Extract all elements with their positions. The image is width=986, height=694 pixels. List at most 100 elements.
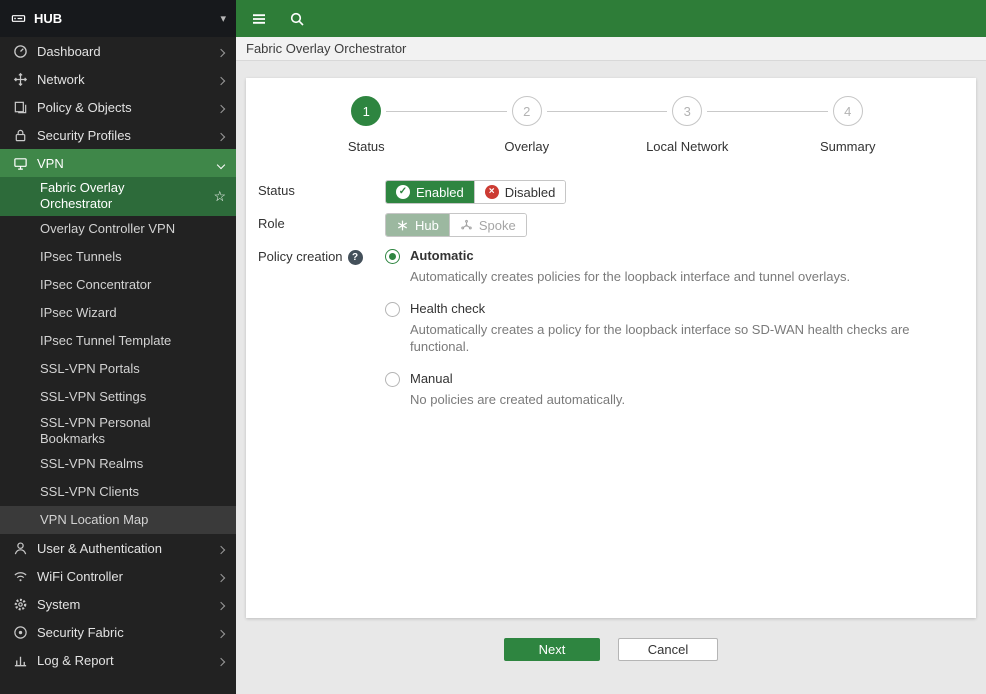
- sidebar-item-wifi-controller[interactable]: WiFi Controller: [0, 562, 236, 590]
- sidebar-nav: Dashboard Network Policy & Objects: [0, 37, 236, 694]
- hamburger-menu-icon[interactable]: [251, 11, 267, 27]
- sidebar-item-ssl-vpn-clients[interactable]: SSL-VPN Clients: [0, 478, 236, 506]
- policy-option-label: Manual: [410, 371, 625, 386]
- content-area: 1 Status 2 Overlay 3 Local Network 4 Sum…: [236, 61, 986, 694]
- sidebar-item-label: Security Profiles: [37, 128, 131, 143]
- sidebar-item-ipsec-wizard[interactable]: IPsec Wizard: [0, 300, 236, 328]
- security-fabric-icon: [12, 625, 28, 640]
- app-window: HUB ▾ Dashboard Network: [0, 0, 986, 694]
- sidebar-item-ssl-vpn-settings[interactable]: SSL-VPN Settings: [0, 384, 236, 412]
- sidebar-item-ssl-vpn-portals[interactable]: SSL-VPN Portals: [0, 356, 236, 384]
- sidebar-item-ipsec-concentrator[interactable]: IPsec Concentrator: [0, 272, 236, 300]
- sidebar-item-log-report[interactable]: Log & Report: [0, 646, 236, 674]
- sidebar-item-label: Fabric Overlay Orchestrator: [40, 180, 200, 213]
- sidebar-item-label: IPsec Wizard: [40, 305, 117, 321]
- status-disabled-label: Disabled: [505, 185, 556, 200]
- sidebar-item-fabric-overlay-orchestrator[interactable]: Fabric Overlay Orchestrator ☆: [0, 177, 236, 216]
- sidebar-item-ipsec-tunnels[interactable]: IPsec Tunnels: [0, 244, 236, 272]
- sidebar-item-network[interactable]: Network: [0, 65, 236, 93]
- main-area: Fabric Overlay Orchestrator 1 Status 2 O…: [236, 0, 986, 694]
- sidebar-item-label: VPN: [37, 156, 64, 171]
- sidebar-item-label: SSL-VPN Portals: [40, 361, 140, 377]
- hub-device-icon: [10, 11, 26, 26]
- x-circle-icon: ×: [485, 185, 499, 199]
- sidebar-item-label: VPN Location Map: [40, 512, 148, 528]
- radio-health-check[interactable]: [385, 302, 400, 317]
- wizard-card: 1 Status 2 Overlay 3 Local Network 4 Sum…: [246, 78, 976, 618]
- sidebar-item-security-fabric[interactable]: Security Fabric: [0, 618, 236, 646]
- chevron-right-icon: [217, 657, 225, 665]
- chevron-down-icon: [217, 160, 225, 168]
- policy-option-health-check[interactable]: Health check Automatically creates a pol…: [385, 301, 970, 356]
- radio-manual[interactable]: [385, 372, 400, 387]
- sidebar-item-dashboard[interactable]: Dashboard: [0, 37, 236, 65]
- sidebar-item-vpn[interactable]: VPN: [0, 149, 236, 177]
- cancel-button[interactable]: Cancel: [618, 638, 718, 661]
- org-selector[interactable]: HUB ▾: [0, 0, 236, 37]
- log-report-icon: [12, 653, 28, 668]
- sidebar-item-label: System: [37, 597, 80, 612]
- search-icon[interactable]: [289, 11, 305, 27]
- sidebar-item-overlay-controller-vpn[interactable]: Overlay Controller VPN: [0, 216, 236, 244]
- sidebar-item-security-profiles[interactable]: Security Profiles: [0, 121, 236, 149]
- sidebar: HUB ▾ Dashboard Network: [0, 0, 236, 694]
- role-label: Role: [258, 213, 385, 237]
- sidebar-item-policy-objects[interactable]: Policy & Objects: [0, 93, 236, 121]
- step-label: Local Network: [646, 139, 728, 154]
- sidebar-item-label: IPsec Tunnels: [40, 249, 122, 265]
- role-hub-button: Hub: [386, 214, 449, 236]
- step-label: Overlay: [504, 139, 549, 154]
- wifi-controller-icon: [12, 569, 28, 584]
- policy-objects-icon: [12, 100, 28, 115]
- gear-icon: [12, 597, 28, 612]
- step-number: 3: [672, 96, 702, 126]
- sidebar-item-label: WiFi Controller: [37, 569, 123, 584]
- policy-option-desc: No policies are created automatically.: [410, 391, 625, 409]
- sidebar-item-label: Overlay Controller VPN: [40, 221, 175, 237]
- chevron-right-icon: [217, 573, 225, 581]
- sidebar-item-system[interactable]: System: [0, 590, 236, 618]
- sidebar-item-ipsec-tunnel-template[interactable]: IPsec Tunnel Template: [0, 328, 236, 356]
- spoke-role-icon: [460, 219, 473, 232]
- radio-automatic[interactable]: [385, 249, 400, 264]
- check-circle-icon: ✓: [396, 185, 410, 199]
- status-enabled-button[interactable]: ✓ Enabled: [386, 181, 474, 203]
- sidebar-item-label: Log & Report: [37, 653, 114, 668]
- policy-option-desc: Automatically creates a policy for the l…: [410, 321, 970, 356]
- policy-options: Automatic Automatically creates policies…: [385, 246, 970, 423]
- help-icon[interactable]: ?: [348, 250, 363, 265]
- sidebar-item-vpn-location-map[interactable]: VPN Location Map: [0, 506, 236, 534]
- network-icon: [12, 72, 28, 87]
- next-button[interactable]: Next: [504, 638, 600, 661]
- policy-option-manual[interactable]: Manual No policies are created automatic…: [385, 371, 970, 409]
- wizard-stepper: 1 Status 2 Overlay 3 Local Network 4 Sum…: [246, 96, 976, 154]
- step-status: 1 Status: [286, 96, 447, 154]
- favorite-star-icon[interactable]: ☆: [213, 188, 226, 206]
- step-label: Status: [348, 139, 385, 154]
- status-disabled-button[interactable]: × Disabled: [474, 181, 566, 203]
- topbar: [236, 0, 986, 37]
- chevron-right-icon: [217, 629, 225, 637]
- chevron-right-icon: [217, 104, 225, 112]
- sidebar-item-label: Policy & Objects: [37, 100, 132, 115]
- hub-role-icon: [396, 219, 409, 232]
- status-toggle: ✓ Enabled × Disabled: [385, 180, 566, 204]
- policy-option-automatic[interactable]: Automatic Automatically creates policies…: [385, 248, 970, 286]
- role-spoke-label: Spoke: [479, 218, 516, 233]
- sidebar-item-label: SSL-VPN Realms: [40, 456, 143, 472]
- step-local-network: 3 Local Network: [607, 96, 768, 154]
- step-number: 2: [512, 96, 542, 126]
- policy-option-desc: Automatically creates policies for the l…: [410, 268, 850, 286]
- sidebar-item-user-authentication[interactable]: User & Authentication: [0, 534, 236, 562]
- chevron-down-icon: ▾: [220, 12, 226, 25]
- sidebar-item-label: IPsec Tunnel Template: [40, 333, 171, 349]
- chevron-right-icon: [217, 132, 225, 140]
- sidebar-item-label: SSL-VPN Settings: [40, 389, 146, 405]
- status-row: Status ✓ Enabled × Disabled: [258, 180, 976, 204]
- sidebar-item-ssl-vpn-realms[interactable]: SSL-VPN Realms: [0, 450, 236, 478]
- sidebar-item-label: Security Fabric: [37, 625, 124, 640]
- sidebar-item-ssl-vpn-personal-bookmarks[interactable]: SSL-VPN Personal Bookmarks: [0, 412, 236, 451]
- chevron-right-icon: [217, 601, 225, 609]
- policy-option-label: Automatic: [410, 248, 850, 263]
- policy-creation-label: Policy creation: [258, 249, 343, 264]
